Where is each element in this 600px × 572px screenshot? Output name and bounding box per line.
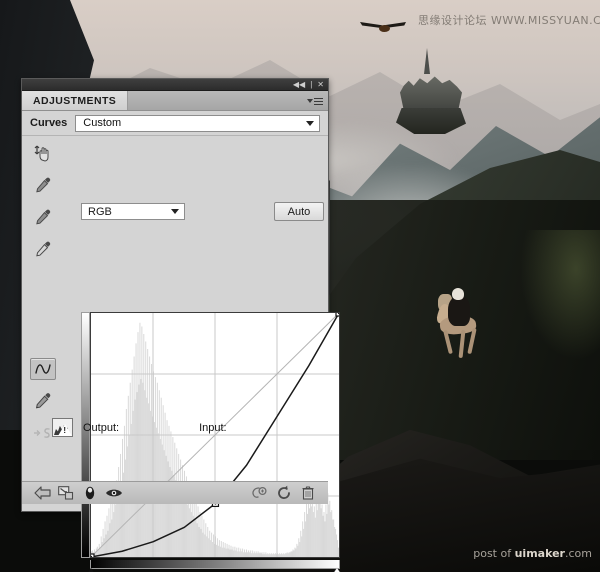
curves-tool-column <box>28 142 58 444</box>
return-to-adjustment-list-icon[interactable] <box>30 484 54 502</box>
channel-select-value: RGB <box>88 205 112 218</box>
tabbar-filler <box>128 91 328 110</box>
preset-select-value: Custom <box>83 117 122 129</box>
adjustment-type-label: Curves <box>30 117 68 129</box>
preset-row: Curves Custom <box>22 111 328 136</box>
toggle-layer-visibility-icon[interactable] <box>78 484 102 502</box>
pencil-tool-icon[interactable] <box>30 390 56 412</box>
rider-head <box>452 288 464 300</box>
delete-adjustment-layer-icon[interactable] <box>296 484 320 502</box>
white-point-eyedropper-icon[interactable] <box>30 238 56 260</box>
post-credit: post of uimaker.com <box>473 547 592 560</box>
flying-eagle <box>360 20 408 42</box>
collapse-to-icons-icon[interactable]: ◀◀ <box>293 80 305 90</box>
input-label: Input: <box>199 421 227 434</box>
horse-rider <box>432 288 492 368</box>
curve-point-tool-icon[interactable] <box>30 358 56 380</box>
post-credit-suffix: .com <box>565 547 592 560</box>
histogram-warning-icon[interactable]: ! <box>52 418 73 437</box>
adjustments-panel: ◀◀ | ✕ ADJUSTMENTS Curves Custom RGB Aut… <box>21 78 343 572</box>
black-point-eyedropper-icon[interactable] <box>30 174 56 196</box>
mountain-castle <box>396 48 466 134</box>
eagle-body <box>379 25 390 32</box>
photoshop-canvas-background: 思缘设计论坛 WWW.MISSYUAN.COM post of uimaker.… <box>0 0 600 572</box>
close-icon[interactable]: ✕ <box>317 80 324 90</box>
panel-menu-caret-icon <box>307 99 313 103</box>
channel-row: RGB Auto <box>81 202 324 221</box>
panel-body: RGB Auto ! Output: Input: <box>22 136 343 572</box>
horse-leg <box>458 329 466 359</box>
site-watermark: 思缘设计论坛 WWW.MISSYUAN.COM <box>418 14 600 27</box>
input-gradient-strip <box>90 560 340 569</box>
preview-eye-icon[interactable] <box>102 484 126 502</box>
channel-select[interactable]: RGB <box>81 203 185 220</box>
post-credit-prefix: post of <box>473 547 515 560</box>
panel-menu-icon[interactable] <box>307 95 323 107</box>
panel-title-buttons: ◀◀ | ✕ <box>293 79 324 91</box>
chevron-down-icon <box>171 209 179 214</box>
panel-menu-lines-icon <box>314 97 323 105</box>
tab-adjustments[interactable]: ADJUSTMENTS <box>22 91 129 110</box>
view-previous-state-icon[interactable] <box>248 484 272 502</box>
black-point-slider[interactable] <box>85 568 97 572</box>
titlebar-separator: | <box>310 80 313 89</box>
clip-to-layer-icon[interactable] <box>54 484 78 502</box>
on-image-adjust-icon[interactable] <box>30 142 56 164</box>
preset-select[interactable]: Custom <box>75 114 320 132</box>
panel-tabbar: ADJUSTMENTS <box>22 91 328 111</box>
foliage-highlight <box>520 230 600 360</box>
gray-point-eyedropper-icon[interactable] <box>30 206 56 228</box>
output-input-row: ! Output: Input: <box>52 418 322 437</box>
warning-exclamation-glyph: ! <box>63 426 66 435</box>
reset-adjustment-icon[interactable] <box>272 484 296 502</box>
output-label: Output: <box>83 421 120 434</box>
castle-spire <box>424 48 430 74</box>
rider-cloak <box>448 296 470 326</box>
post-credit-brand: uimaker <box>514 547 565 560</box>
panel-bottom-bar <box>22 481 328 504</box>
chevron-down-icon <box>306 120 314 126</box>
auto-button[interactable]: Auto <box>274 202 324 221</box>
panel-titlebar[interactable]: ◀◀ | ✕ <box>22 79 328 91</box>
white-point-slider[interactable] <box>331 568 343 572</box>
